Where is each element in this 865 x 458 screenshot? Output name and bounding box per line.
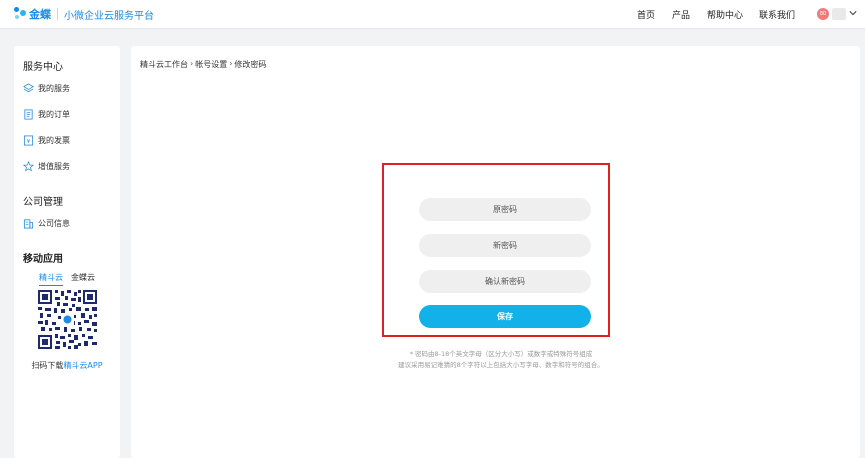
- qr-code-icon: [37, 289, 98, 350]
- main-panel: 精斗云工作台 › 帐号设置 › 修改密码 保存 * 密码由8-18个英文字母（区…: [131, 46, 860, 458]
- svg-text:¥: ¥: [27, 138, 31, 144]
- sidebar-item-my-orders[interactable]: 我的订单: [23, 107, 70, 121]
- section-title-company-management: 公司管理: [23, 197, 63, 208]
- nav-products[interactable]: 产品: [672, 0, 690, 29]
- nav-home[interactable]: 首页: [637, 0, 655, 29]
- layers-icon: [23, 82, 34, 92]
- breadcrumb: 精斗云工作台 › 帐号设置 › 修改密码: [140, 59, 266, 70]
- breadcrumb-workbench[interactable]: 精斗云工作台: [140, 59, 188, 70]
- confirm-password-field[interactable]: [419, 270, 591, 293]
- sidebar-item-label: 增值服务: [38, 161, 70, 171]
- section-title-service-center: 服务中心: [23, 62, 63, 73]
- save-button[interactable]: 保存: [419, 305, 591, 328]
- app-tab-kingdee-cloud[interactable]: 金蝶云: [71, 272, 95, 286]
- password-hint-line1: * 密码由8-18个英文字母（区分大小写）或数字或特殊符号组成: [409, 350, 593, 358]
- section-title-mobile-apps: 移动应用: [23, 254, 63, 265]
- top-bar: 金蝶 小微企业云服务平台 首页 产品 帮助中心 联系我们 80: [0, 0, 865, 29]
- logo-text: 金蝶: [29, 8, 51, 21]
- building-icon: [23, 218, 34, 228]
- sidebar-item-my-services[interactable]: 我的服务: [23, 81, 70, 95]
- app-tab-jingdouyun[interactable]: 精斗云: [39, 272, 63, 286]
- app-tabs: 精斗云 金蝶云: [39, 272, 109, 286]
- sidebar-item-label: 我的订单: [38, 109, 70, 119]
- sidebar-item-label: 我的发票: [38, 135, 70, 145]
- change-password-form: 保存: [382, 163, 610, 337]
- logo[interactable]: 金蝶 小微企业云服务平台: [12, 6, 154, 22]
- breadcrumb-change-password: 修改密码: [234, 60, 267, 69]
- invoice-icon: ¥: [23, 135, 34, 145]
- sidebar: 服务中心 我的服务 我的订单 ¥ 我的发票 增值服务 公司管理 公司信息 移动应…: [14, 46, 120, 458]
- sidebar-item-my-invoices[interactable]: ¥ 我的发票: [23, 133, 70, 147]
- sidebar-item-label: 公司信息: [38, 218, 70, 228]
- old-password-field[interactable]: [419, 198, 591, 221]
- sidebar-item-label: 我的服务: [38, 83, 70, 93]
- breadcrumb-account-settings[interactable]: 帐号设置: [195, 59, 227, 70]
- sidebar-item-company-info[interactable]: 公司信息: [23, 216, 70, 230]
- new-password-field[interactable]: [419, 234, 591, 257]
- logo-divider: [57, 8, 58, 20]
- app-caption-prefix: 扫码下载: [31, 361, 64, 370]
- kingdee-logo-icon: [12, 6, 28, 22]
- sidebar-item-value-added-services[interactable]: 增值服务: [23, 159, 70, 173]
- app-caption-link[interactable]: 精斗云APP: [63, 361, 102, 370]
- password-hint-line2: 建议采用易记难猜的8个字符以上包括大小写字母、数字和符号的组合。: [398, 361, 604, 369]
- platform-name: 小微企业云服务平台: [64, 10, 154, 22]
- chevron-down-icon[interactable]: [849, 9, 857, 17]
- nav-help-center[interactable]: 帮助中心: [707, 0, 743, 29]
- avatar[interactable]: 80: [817, 8, 829, 20]
- nav-contact-us[interactable]: 联系我们: [759, 0, 795, 29]
- document-icon: [24, 109, 33, 119]
- user-name-redacted[interactable]: [832, 8, 846, 20]
- breadcrumb-separator-icon: ›: [190, 59, 194, 68]
- app-download-caption: 扫码下载精斗云APP: [14, 360, 120, 371]
- star-icon: [23, 160, 34, 171]
- breadcrumb-separator-icon: ›: [229, 59, 233, 68]
